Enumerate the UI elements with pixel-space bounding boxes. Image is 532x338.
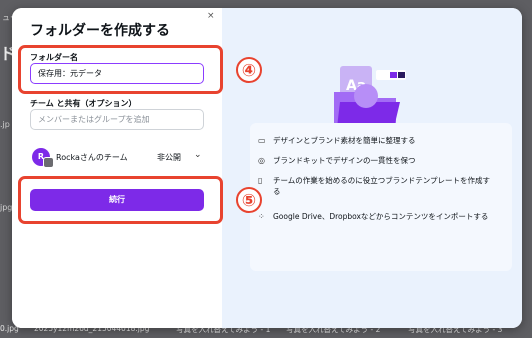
- share-label: チーム と共有（オプション）: [30, 99, 137, 108]
- annotation-highlight-continue: [18, 176, 223, 224]
- annotation-step-5: ⑤: [236, 187, 262, 213]
- dialog-info-panel: Aa ▭ デザインとブランド素材を簡単に整理する ◎ ブランドキットでデザインの…: [222, 8, 522, 328]
- import-grid-icon: ⁘: [258, 212, 265, 221]
- close-icon[interactable]: ×: [207, 11, 215, 21]
- background-file-fragment: jpg: [0, 203, 13, 212]
- dialog-title: フォルダーを作成する: [30, 23, 170, 39]
- share-members-input[interactable]: [30, 109, 204, 130]
- annotation-step-4: ④: [236, 57, 262, 83]
- annotation-highlight-folder-name: [18, 45, 223, 94]
- team-selector[interactable]: R Rockaさんのチーム 非公開 ⌄: [32, 146, 204, 170]
- team-badge-icon: [43, 157, 54, 168]
- chevron-down-icon[interactable]: ⌄: [194, 150, 202, 160]
- folder-icon: ▭: [258, 136, 266, 145]
- background-file-fragment: .jp: [0, 120, 10, 129]
- template-icon: ▯: [258, 176, 263, 185]
- brand-kit-icon: ◎: [258, 156, 265, 165]
- team-name: Rockaさんのチーム: [56, 153, 128, 162]
- feature-list: ▭ デザインとブランド素材を簡単に整理する ◎ ブランドキットでデザインの一貫性…: [250, 123, 512, 271]
- privacy-setting[interactable]: 非公開: [157, 152, 181, 163]
